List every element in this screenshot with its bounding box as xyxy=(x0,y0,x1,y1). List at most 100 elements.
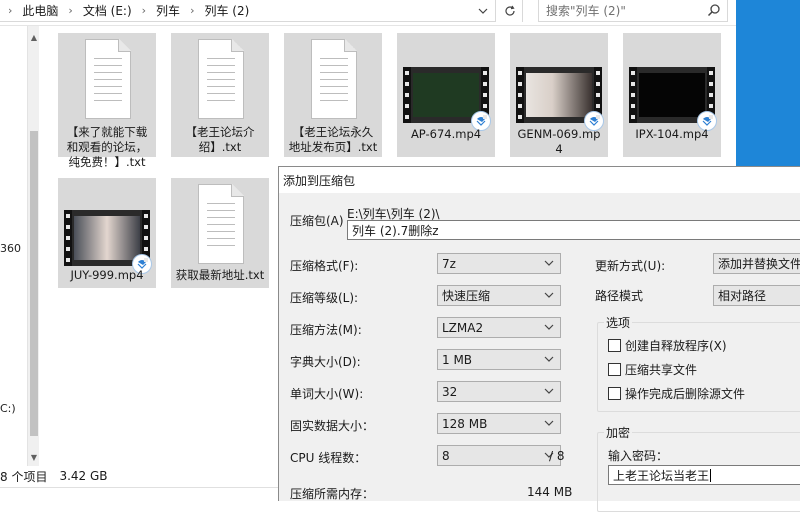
sfx-option[interactable]: 创建自释放程序(X) xyxy=(608,337,727,354)
film-perforation xyxy=(709,93,713,97)
shared-files-option[interactable]: 压缩共享文件 xyxy=(608,361,697,378)
file-tile[interactable]: IPX-104.mp4 xyxy=(623,33,721,157)
film-perforation xyxy=(518,93,522,97)
threads-label: CPU 线程数： xyxy=(290,451,367,465)
level-label: 压缩等级(L): xyxy=(290,291,359,305)
breadcrumb-current-folder[interactable]: 列车 (2) xyxy=(204,2,249,19)
password-value: 上老王论坛当老王 xyxy=(613,468,710,483)
film-perforation xyxy=(518,82,522,86)
word-size-select[interactable]: 32 xyxy=(437,381,561,402)
text-file-icon xyxy=(198,39,244,119)
film-perforation xyxy=(596,93,600,97)
chevron-right-icon: › xyxy=(68,4,73,17)
encryption-legend: 加密 xyxy=(604,424,633,441)
dictionary-select[interactable]: 1 MB xyxy=(437,349,561,370)
chevron-down-icon xyxy=(544,388,554,394)
password-label: 输入密码： xyxy=(608,449,669,463)
archive-name-input[interactable]: 列车 (2).7删除z xyxy=(347,220,800,240)
method-value: LZMA2 xyxy=(442,320,484,335)
solid-block-select[interactable]: 128 MB xyxy=(437,413,561,434)
memory-label: 压缩所需内存： xyxy=(290,487,375,501)
film-perforation xyxy=(405,104,409,108)
video-file-icon xyxy=(403,67,491,131)
refresh-icon xyxy=(504,5,515,16)
chevron-down-icon xyxy=(544,260,554,266)
film-perforation xyxy=(631,104,635,108)
film-perforation xyxy=(709,115,713,119)
text-file-icon xyxy=(85,39,131,119)
shared-files-label: 压缩共享文件 xyxy=(625,363,698,377)
file-tile[interactable]: 获取最新地址.txt xyxy=(171,178,269,288)
file-tile[interactable]: 【老王论坛介绍】.txt xyxy=(171,33,269,157)
film-perforation xyxy=(596,82,600,86)
scroll-up-arrow-icon[interactable]: ▲ xyxy=(28,30,40,44)
password-input[interactable]: 上老王论坛当老王 xyxy=(608,465,800,485)
film-perforation xyxy=(518,115,522,119)
file-name: 【老王论坛介绍】.txt xyxy=(185,125,255,154)
shared-files-checkbox[interactable] xyxy=(608,363,621,376)
method-select[interactable]: LZMA2 xyxy=(437,317,561,338)
film-perforation xyxy=(483,93,487,97)
film-perforation xyxy=(66,247,70,251)
update-mode-value: 添加并替换文件 xyxy=(718,257,800,271)
chevron-down-icon xyxy=(544,356,554,362)
film-perforation xyxy=(405,71,409,75)
film-perforation xyxy=(631,82,635,86)
scroll-down-arrow-icon[interactable]: ▼ xyxy=(28,450,40,464)
nav-item-360[interactable]: 360 xyxy=(0,242,21,255)
film-perforation xyxy=(483,82,487,86)
file-name: JUY-999.mp4 xyxy=(70,268,144,282)
format-label: 压缩格式(F): xyxy=(290,259,359,273)
chevron-down-icon xyxy=(478,8,488,14)
archive-label: 压缩包(A) xyxy=(290,214,344,228)
file-name: IPX-104.mp4 xyxy=(635,127,709,141)
dialog-title: 添加到压缩包 xyxy=(283,173,356,188)
level-select[interactable]: 快速压缩 xyxy=(437,285,561,306)
breadcrumb[interactable]: › 此电脑 › 文档 (E:) › 列车 › 列车 (2) xyxy=(0,0,496,22)
film-perforation xyxy=(66,225,70,229)
solid-block-value: 128 MB xyxy=(442,416,488,431)
path-mode-select[interactable]: 相对路径 xyxy=(713,285,800,306)
chevron-right-icon: › xyxy=(141,4,147,17)
scrollbar-thumb[interactable] xyxy=(30,131,38,436)
search-icon[interactable] xyxy=(707,3,721,20)
status-bar: 8 个项目 3.42 GB xyxy=(0,466,280,486)
sfx-checkbox[interactable] xyxy=(608,339,621,352)
file-name: AP-674.mp4 xyxy=(410,127,482,141)
delete-source-option[interactable]: 操作完成后删除源文件 xyxy=(608,385,745,402)
file-name: 【老王论坛永久地址发布页】.txt xyxy=(288,125,378,154)
film-perforation xyxy=(144,247,148,251)
address-bar: › 此电脑 › 文档 (E:) › 列车 › 列车 (2) 搜索"列车 (2)" xyxy=(0,0,800,180)
file-tile[interactable]: GENM-069.mp4 xyxy=(510,33,608,157)
breadcrumb-drive-e[interactable]: 文档 (E:) xyxy=(83,2,132,19)
file-tile[interactable]: AP-674.mp4 xyxy=(397,33,495,157)
nav-item-drive-c[interactable]: C:) xyxy=(0,402,16,415)
dialog-titlebar[interactable]: 添加到压缩包 xyxy=(279,167,800,193)
word-size-label: 单词大小(W): xyxy=(290,387,364,401)
update-mode-select[interactable]: 添加并替换文件 xyxy=(713,253,800,274)
threads-select[interactable]: 8 xyxy=(437,445,561,466)
breadcrumb-folder[interactable]: 列车 xyxy=(156,2,180,19)
film-perforation xyxy=(709,82,713,86)
chevron-right-icon: › xyxy=(8,4,13,17)
film-perforation xyxy=(518,104,522,108)
search-input[interactable]: 搜索"列车 (2)" xyxy=(538,0,728,22)
film-perforation xyxy=(405,115,409,119)
format-select[interactable]: 7z xyxy=(437,253,561,274)
file-tile[interactable]: 【老王论坛永久地址发布页】.txt xyxy=(284,33,382,157)
file-tile[interactable]: 【来了就能下载和观看的论坛，纯免费！】.txt xyxy=(58,33,156,169)
nav-scrollbar[interactable]: ▲ ▼ xyxy=(27,26,39,466)
film-perforation xyxy=(66,258,70,262)
film-perforation xyxy=(631,115,635,119)
encryption-group: 加密 输入密码： 上老王论坛当老王 xyxy=(597,424,800,512)
threads-max: / 8 xyxy=(549,449,565,463)
delete-source-checkbox[interactable] xyxy=(608,387,621,400)
path-history-dropdown[interactable] xyxy=(470,0,496,22)
breadcrumb-this-pc[interactable]: 此电脑 xyxy=(22,2,58,19)
film-perforation xyxy=(631,71,635,75)
delete-source-label: 操作完成后删除源文件 xyxy=(625,387,746,401)
dictionary-value: 1 MB xyxy=(442,352,473,367)
file-tile[interactable]: JUY-999.mp4 xyxy=(58,178,156,288)
refresh-button[interactable] xyxy=(497,0,523,22)
archive-name-value: 列车 (2).7删除z xyxy=(352,223,439,238)
